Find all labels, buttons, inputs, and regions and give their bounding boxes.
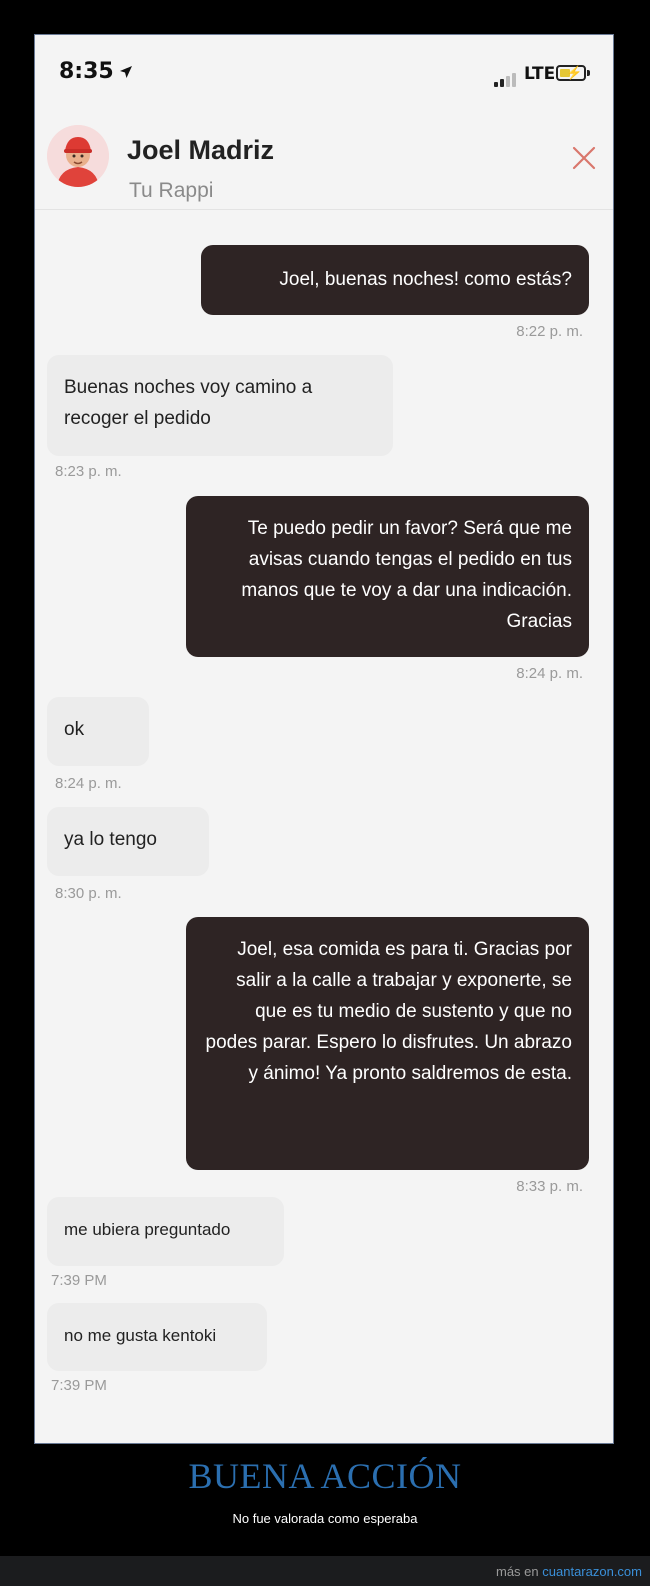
message-timestamp: 8:24 p. m. — [516, 665, 583, 682]
caption-subtitle: No fue valorada como esperaba — [232, 1511, 418, 1526]
message-timestamp: 8:33 p. m. — [516, 1178, 583, 1195]
battery-tip — [587, 70, 590, 76]
signal-bars-icon — [494, 69, 518, 87]
courier-avatar-icon — [47, 125, 109, 187]
message-sent: Te puedo pedir un favor? Será que me avi… — [186, 496, 589, 657]
message-received: ya lo tengo — [47, 807, 209, 876]
location-arrow-icon — [120, 66, 132, 78]
message-text: no me gusta kentoki — [64, 1326, 217, 1345]
status-time: 8:35 — [59, 59, 114, 84]
chat-header: Joel Madriz Tu Rappi — [35, 105, 613, 210]
footer-prefix: más en — [496, 1564, 539, 1579]
close-icon[interactable] — [571, 145, 597, 171]
message-text: ok — [64, 719, 85, 740]
message-timestamp: 7:39 PM — [51, 1272, 107, 1289]
message-received: no me gusta kentoki — [47, 1303, 267, 1371]
caption-title: BUENA ACCIÓN — [188, 1456, 462, 1496]
message-text: ya lo tengo — [64, 829, 157, 850]
message-text: Joel, esa comida es para ti. Gracias por… — [205, 939, 572, 1084]
phone-screenshot: 8:35 LTE ⚡ Joel Madriz Tu Rappi Joel, bu… — [34, 34, 614, 1444]
contact-subtitle: Tu Rappi — [129, 179, 214, 202]
message-timestamp: 8:24 p. m. — [55, 775, 122, 792]
message-timestamp: 8:30 p. m. — [55, 885, 122, 902]
message-received: ok — [47, 697, 149, 766]
message-sent: Joel, buenas noches! como estás? — [201, 245, 589, 315]
battery-icon: ⚡ — [556, 65, 586, 81]
message-timestamp: 7:39 PM — [51, 1377, 107, 1394]
network-type: LTE — [524, 64, 556, 84]
status-bar: 8:35 LTE ⚡ — [35, 35, 613, 105]
message-text: Joel, buenas noches! como estás? — [279, 269, 572, 290]
footer-site-link[interactable]: cuantarazon.com — [542, 1564, 642, 1579]
courier-avatar[interactable] — [47, 125, 109, 187]
message-timestamp: 8:22 p. m. — [516, 323, 583, 340]
message-text: me ubiera preguntado — [64, 1220, 231, 1239]
message-text: Te puedo pedir un favor? Será que me avi… — [241, 518, 572, 632]
site-footer: más en cuantarazon.com — [0, 1556, 650, 1586]
contact-name: Joel Madriz — [127, 135, 275, 165]
message-timestamp: 8:23 p. m. — [55, 463, 122, 480]
message-received: me ubiera preguntado — [47, 1197, 284, 1266]
message-received: Buenas noches voy camino a recoger el pe… — [47, 355, 393, 456]
footer-text: más en cuantarazon.com — [496, 1564, 642, 1579]
message-text: Buenas noches voy camino a recoger el pe… — [64, 377, 313, 429]
message-sent: Joel, esa comida es para ti. Gracias por… — [186, 917, 589, 1170]
